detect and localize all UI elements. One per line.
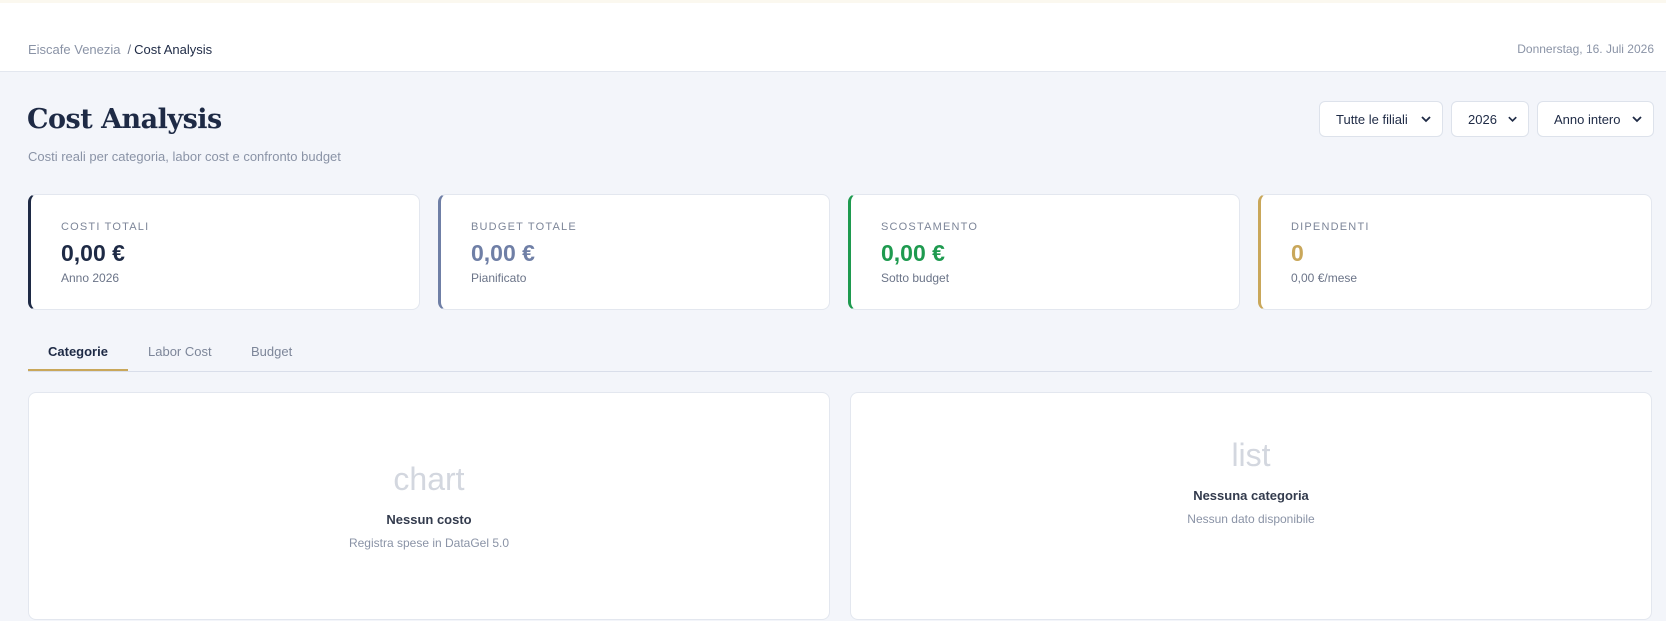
active-tab-indicator [28, 369, 128, 371]
period-select[interactable]: Anno intero [1537, 101, 1654, 137]
empty-state-title: Nessun costo [386, 512, 472, 527]
chevron-down-icon [1508, 116, 1517, 123]
chevron-down-icon [1632, 116, 1642, 123]
tab-bar: Categorie Labor Cost Budget [28, 338, 1652, 372]
kpi-label: BUDGET TOTALE [471, 221, 577, 233]
category-list-panel: list Nessuna categoria Nessun dato dispo… [850, 392, 1652, 620]
branch-select-value: Tutte le filiali [1336, 111, 1408, 127]
current-date: Donnerstag, 16. Juli 2026 [1517, 42, 1654, 56]
tab-categorie[interactable]: Categorie [48, 344, 108, 372]
kpi-value: 0 [1291, 240, 1304, 266]
kpi-label: COSTI TOTALI [61, 221, 150, 233]
year-select[interactable]: 2026 [1451, 101, 1529, 137]
kpi-value: 0,00 € [61, 240, 125, 266]
period-select-value: Anno intero [1554, 111, 1621, 127]
page-title: Cost Analysis [27, 104, 222, 135]
chevron-down-icon [1421, 116, 1431, 123]
kpi-value: 0,00 € [471, 240, 535, 266]
kpi-subtext: Anno 2026 [61, 271, 120, 285]
cost-chart-panel: chart Nessun costo Registra spese in Dat… [28, 392, 830, 620]
kpi-subtext: Pianificato [471, 271, 527, 285]
empty-state-hint: Nessun dato disponibile [1187, 512, 1315, 526]
kpi-label: SCOSTAMENTO [881, 221, 979, 233]
breadcrumb-root[interactable]: Eiscafe Venezia [28, 42, 121, 57]
top-bar: Eiscafe Venezia / Cost Analysis Donnerstag… [0, 3, 1666, 72]
kpi-subtext: 0,00 €/mese [1291, 271, 1358, 285]
kpi-value: 0,00 € [881, 240, 945, 266]
empty-state-hint: Registra spese in DataGel 5.0 [348, 536, 510, 550]
breadcrumb: Eiscafe Venezia / Cost Analysis [28, 42, 212, 57]
tab-labor-cost[interactable]: Labor Cost [148, 344, 212, 372]
branch-select[interactable]: Tutte le filiali [1319, 101, 1443, 137]
page-subtitle: Costi reali per categoria, labor cost e … [28, 149, 341, 164]
kpi-card-employees: DIPENDENTI 0 0,00 €/mese [1258, 194, 1652, 310]
chart-placeholder-icon: chart [393, 461, 465, 497]
kpi-card-total-costs: COSTI TOTALI 0,00 € Anno 2026 [28, 194, 420, 310]
list-placeholder-icon: list [1231, 437, 1271, 473]
empty-state-title: Nessuna categoria [1193, 488, 1309, 503]
filter-bar: Tutte le filiali 2026 Anno intero [1319, 101, 1654, 137]
year-select-value: 2026 [1468, 111, 1497, 127]
kpi-label: DIPENDENTI [1291, 221, 1370, 233]
tab-budget[interactable]: Budget [251, 344, 292, 372]
kpi-card-total-budget: BUDGET TOTALE 0,00 € Pianificato [438, 194, 830, 310]
breadcrumb-current: Cost Analysis [134, 42, 213, 57]
kpi-subtext: Sotto budget [881, 271, 950, 285]
breadcrumb-separator: / [127, 42, 132, 57]
kpi-card-variance: SCOSTAMENTO 0,00 € Sotto budget [848, 194, 1240, 310]
